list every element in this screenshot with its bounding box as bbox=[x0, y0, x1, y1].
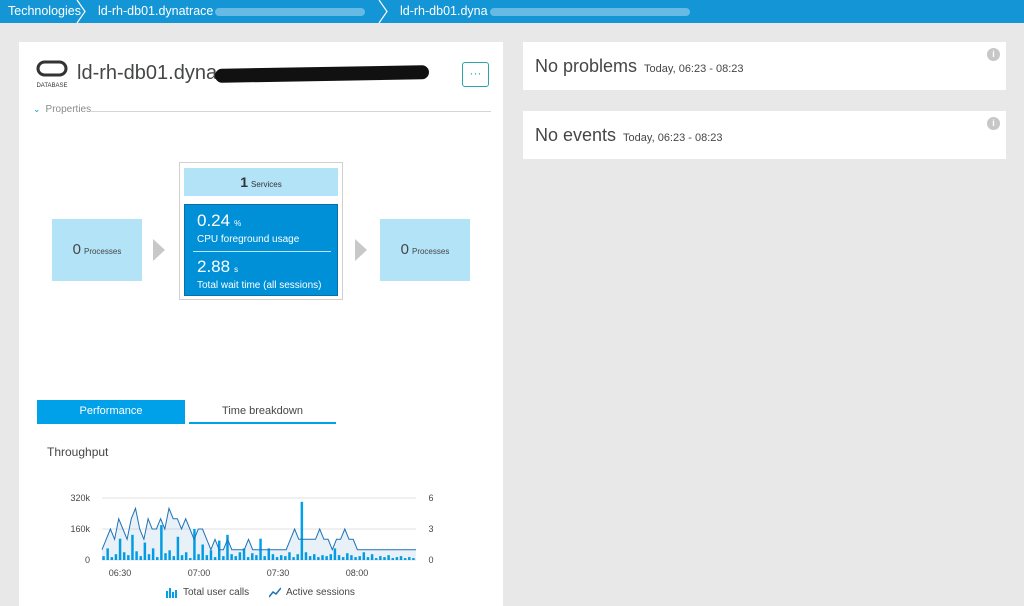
arrow-right-icon bbox=[355, 239, 367, 261]
info-icon[interactable]: i bbox=[987, 117, 1000, 130]
events-summary: No events Today, 06:23 - 08:23 bbox=[535, 125, 723, 145]
processes-count: 0 bbox=[72, 241, 81, 258]
section-title: Throughput bbox=[47, 445, 109, 459]
processes-label: Processes bbox=[411, 247, 450, 256]
y-right-tick-label: 3 bbox=[428, 524, 433, 534]
legend-label: Total user calls bbox=[183, 587, 250, 598]
database-node: 1 Services 0.24% CPU foreground usage 2.8… bbox=[179, 162, 343, 300]
info-icon[interactable]: i bbox=[987, 48, 1000, 61]
chart-area-active-sessions bbox=[102, 508, 416, 560]
legend-active-sessions[interactable]: Active sessions bbox=[269, 587, 355, 598]
redacted-text bbox=[215, 7, 366, 16]
y-right-tick-label: 0 bbox=[428, 555, 433, 565]
events-card[interactable]: No events Today, 06:23 - 08:23 i bbox=[523, 111, 1006, 159]
problems-summary: No problems Today, 06:23 - 08:23 bbox=[535, 56, 744, 76]
breadcrumb-current[interactable]: ld-rh-db01.dyna bbox=[388, 0, 768, 23]
svg-text:DATABASE: DATABASE bbox=[36, 83, 67, 89]
arrow-right-icon bbox=[153, 239, 165, 261]
more-button[interactable]: ··· bbox=[462, 62, 489, 87]
tab-performance[interactable]: Performance bbox=[37, 400, 185, 424]
cpu-label: CPU foreground usage bbox=[197, 234, 300, 245]
properties-label: Properties bbox=[45, 104, 92, 115]
page-title: ld-rh-db01.dyna bbox=[77, 62, 430, 85]
problems-card[interactable]: No problems Today, 06:23 - 08:23 i bbox=[523, 42, 1006, 90]
x-tick-label: 08:00 bbox=[346, 568, 369, 578]
entity-panel: DATABASE ld-rh-db01.dyna ··· ⌄ Propertie… bbox=[19, 42, 503, 606]
cpu-value: 0.24% bbox=[197, 211, 242, 230]
breadcrumb-technologies[interactable]: Technologies bbox=[0, 0, 86, 23]
divider bbox=[91, 111, 491, 112]
x-tick-label: 06:30 bbox=[109, 568, 132, 578]
line-chart-icon bbox=[269, 587, 281, 598]
services-box[interactable]: 1 Services bbox=[184, 168, 338, 196]
wait-value: 2.88 s bbox=[197, 257, 239, 276]
y-right-tick-label: 6 bbox=[428, 493, 433, 503]
processes-count: 0 bbox=[400, 241, 409, 258]
legend-total-user-calls[interactable]: Total user calls bbox=[166, 587, 249, 598]
throughput-chart[interactable]: 320k 160k 0 6 3 0 06:30 07:00 07:30 08:00 bbox=[19, 480, 503, 590]
wait-label: Total wait time (all sessions) bbox=[197, 280, 322, 291]
y-left-tick-label: 0 bbox=[85, 555, 90, 565]
chevron-down-icon: ⌄ bbox=[33, 104, 41, 114]
y-left-tick-label: 320k bbox=[70, 493, 90, 503]
breadcrumb-label: ld-rh-db01.dyna bbox=[400, 4, 488, 18]
bar-chart-icon bbox=[166, 588, 177, 598]
services-count: 1 bbox=[240, 174, 249, 190]
x-tick-label: 07:00 bbox=[188, 568, 211, 578]
breadcrumb: Technologies ld-rh-db01.dynatrace ld-rh-… bbox=[0, 0, 1024, 23]
processes-left-box[interactable]: 0 Processes bbox=[52, 219, 142, 281]
divider bbox=[193, 251, 331, 252]
legend-label: Active sessions bbox=[286, 587, 355, 598]
breadcrumb-host[interactable]: ld-rh-db01.dynatrace bbox=[86, 0, 388, 23]
processes-right-box[interactable]: 0 Processes bbox=[380, 219, 470, 281]
tab-time-breakdown[interactable]: Time breakdown bbox=[189, 400, 336, 424]
redacted-text bbox=[489, 7, 690, 16]
oracle-database-icon: DATABASE bbox=[36, 60, 68, 89]
x-tick-label: 07:30 bbox=[267, 568, 290, 578]
processes-label: Processes bbox=[83, 247, 122, 256]
page-title-text: ld-rh-db01.dyna bbox=[77, 62, 218, 84]
breadcrumb-label: Technologies bbox=[8, 4, 81, 18]
breadcrumb-label: ld-rh-db01.dynatrace bbox=[98, 4, 214, 18]
properties-toggle[interactable]: ⌄ Properties bbox=[33, 104, 91, 115]
services-label: Services bbox=[251, 180, 282, 189]
database-metrics-box[interactable]: 0.24% CPU foreground usage 2.88 s Total w… bbox=[184, 204, 338, 296]
redacted-text bbox=[214, 64, 430, 83]
y-left-tick-label: 160k bbox=[70, 524, 90, 534]
